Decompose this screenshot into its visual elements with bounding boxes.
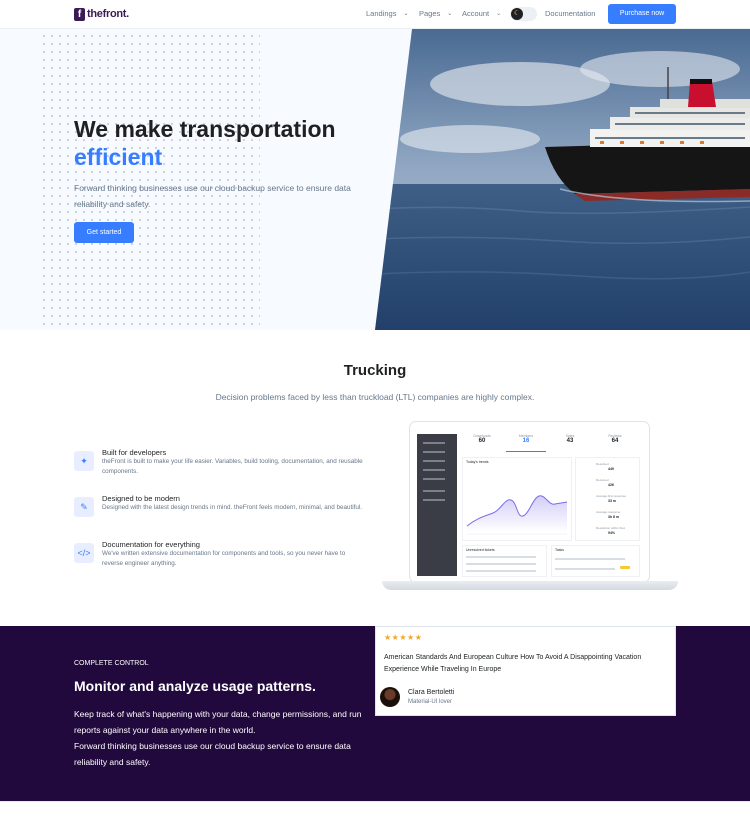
purchase-now-button[interactable]: Purchase now bbox=[608, 4, 676, 24]
feature-description: theFront is built to make your life easi… bbox=[102, 458, 363, 475]
nav-landings[interactable]: Landings ⌄ bbox=[366, 9, 408, 18]
star-rating: ★★★★★ bbox=[384, 633, 423, 642]
logo-mark: f bbox=[74, 7, 85, 21]
nav-landings-label: Landings bbox=[366, 9, 397, 18]
logo-text: thefront. bbox=[87, 8, 129, 20]
feature-title: Documentation for everything bbox=[102, 540, 200, 549]
review-card: ★★★★★ American Standards And European Cu… bbox=[375, 626, 676, 716]
section-paragraph: Forward thinking businesses use our clou… bbox=[74, 741, 351, 767]
mockup-stat: Downloads 60 bbox=[473, 434, 491, 444]
code-icon: </> bbox=[74, 543, 94, 563]
feature-description: Designed with the latest design trends i… bbox=[102, 504, 363, 511]
feature-title: Built for developers bbox=[102, 448, 167, 457]
review-text: American Standards And European Culture … bbox=[384, 654, 642, 673]
chevron-down-icon: ⌄ bbox=[447, 11, 453, 17]
nav-pages-label: Pages bbox=[419, 9, 441, 18]
hero-description: Forward thinking businesses use our clou… bbox=[74, 183, 351, 209]
nav-documentation[interactable]: Documentation bbox=[545, 9, 595, 18]
mockup-chart: Today's trends bbox=[462, 457, 572, 541]
nav-account-label: Account bbox=[462, 9, 490, 18]
chevron-down-icon: ⌄ bbox=[403, 11, 409, 17]
section-subtitle: Decision problems faced by less than tru… bbox=[215, 392, 535, 402]
mockup-unresolved: Unresolved tickets bbox=[462, 545, 547, 577]
laptop-base bbox=[382, 581, 678, 590]
feature-title: Designed to be modern bbox=[102, 494, 180, 503]
reviewer-name: Clara Bertoletti bbox=[408, 689, 455, 696]
mockup-tasks: Tasks bbox=[551, 545, 640, 577]
nav-pages[interactable]: Pages ⌄ bbox=[419, 9, 452, 18]
reviewer-role: Material-UI lover bbox=[408, 699, 453, 705]
mockup-stat: Sales 43 bbox=[565, 434, 575, 444]
trend-chart bbox=[466, 495, 568, 535]
design-icon: ✎ bbox=[74, 497, 94, 517]
theme-toggle[interactable]: ☾ bbox=[510, 7, 537, 21]
avatar bbox=[380, 687, 400, 707]
section-paragraph: Keep track of what's happening with your… bbox=[74, 709, 362, 735]
mockup-metrics: Resolved 449 Received 426 Average first … bbox=[575, 457, 640, 541]
nav-documentation-label: Documentation bbox=[545, 9, 596, 18]
hero-title: We make transportation bbox=[74, 116, 336, 142]
logo[interactable]: f thefront. bbox=[74, 7, 129, 21]
mockup-stat: Members 16 bbox=[506, 434, 546, 452]
divider bbox=[0, 801, 750, 802]
dashboard-laptop-mockup: Downloads 60 Members 16 Sales 43 Reviews… bbox=[382, 420, 678, 592]
mockup-stat: Reviews 64 bbox=[608, 434, 622, 444]
moon-icon: ☾ bbox=[511, 8, 523, 20]
get-started-button[interactable]: Get started bbox=[74, 222, 134, 243]
control-section: Complete control Monitor and analyze usa… bbox=[0, 626, 750, 801]
cursor-click-icon: ✦ bbox=[74, 451, 94, 471]
hero-title-highlight: efficient bbox=[74, 144, 163, 170]
section-title: Monitor and analyze usage patterns. bbox=[74, 678, 316, 694]
section-title: Trucking bbox=[343, 362, 407, 379]
chevron-down-icon: ⌄ bbox=[496, 11, 502, 17]
mockup-sidebar bbox=[417, 434, 457, 576]
nav-account[interactable]: Account ⌄ bbox=[462, 9, 501, 18]
section-eyebrow: Complete control bbox=[74, 660, 149, 667]
site-header: f thefront. Landings ⌄ Pages ⌄ Account ⌄… bbox=[0, 0, 750, 29]
hero-section: We make transportation efficient Forward… bbox=[0, 29, 750, 330]
feature-description: We've written extensive documentation fo… bbox=[102, 550, 346, 567]
